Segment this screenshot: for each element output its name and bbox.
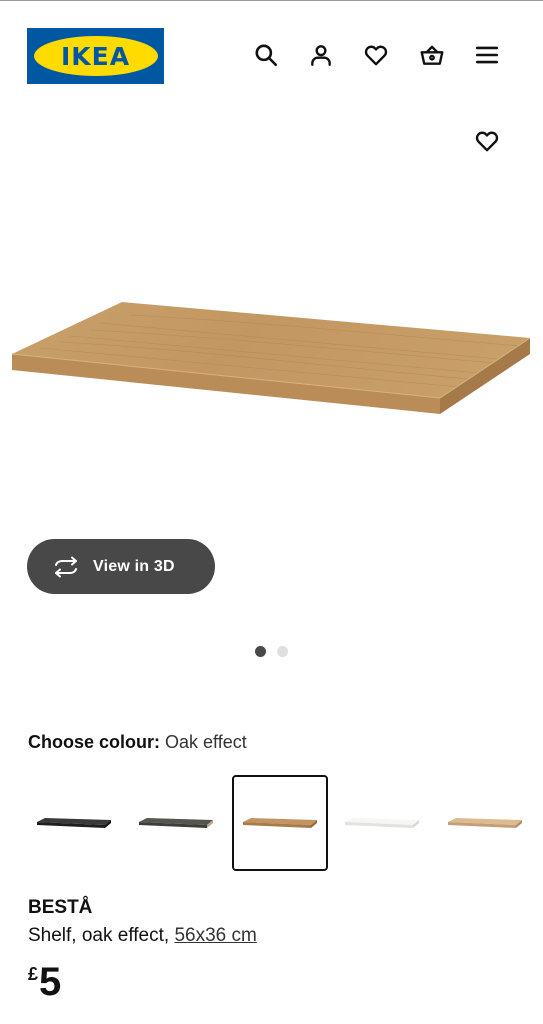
logo-oval: IKEA — [33, 36, 158, 76]
colour-swatch-oak[interactable] — [232, 775, 328, 871]
colour-swatch-white-stained-oak[interactable] — [437, 775, 533, 871]
shelf-image — [11, 302, 531, 414]
product-favourite-icon[interactable] — [472, 126, 502, 156]
favourites-icon[interactable] — [361, 40, 391, 70]
colour-swatch-white[interactable] — [334, 775, 430, 871]
colour-selector-label: Choose colour: Oak effect — [28, 732, 247, 753]
product-image[interactable] — [0, 290, 543, 430]
price-currency: £ — [28, 964, 39, 984]
carousel-dot[interactable] — [255, 646, 266, 657]
site-header: IKEA — [0, 0, 543, 100]
product-size-link[interactable]: 56x36 cm — [174, 925, 256, 946]
colour-swatch-list — [26, 775, 543, 873]
view-in-3d-button[interactable]: View in 3D — [27, 539, 215, 594]
search-icon[interactable] — [251, 40, 281, 70]
product-type: Shelf, oak effect, — [28, 925, 170, 946]
basket-icon[interactable] — [417, 40, 447, 70]
product-price: £ 5 — [28, 958, 61, 1002]
image-carousel-indicator — [255, 646, 288, 657]
menu-icon[interactable] — [472, 40, 502, 70]
view-in-3d-label: View in 3D — [93, 557, 175, 575]
choose-colour-label: Choose colour: — [28, 732, 161, 752]
logo-text: IKEA — [60, 41, 131, 71]
ikea-logo[interactable]: IKEA — [27, 28, 164, 84]
product-description: Shelf, oak effect, 56x36 cm — [28, 925, 257, 947]
account-icon[interactable] — [306, 40, 336, 70]
selected-colour-value: Oak effect — [165, 732, 247, 752]
product-name: BESTÅ — [28, 897, 93, 918]
colour-swatch-grey[interactable] — [128, 775, 224, 871]
price-amount: 5 — [39, 960, 62, 1004]
colour-swatch-black[interactable] — [26, 775, 122, 871]
carousel-dot[interactable] — [277, 646, 288, 657]
rotate-3d-icon — [55, 556, 77, 577]
